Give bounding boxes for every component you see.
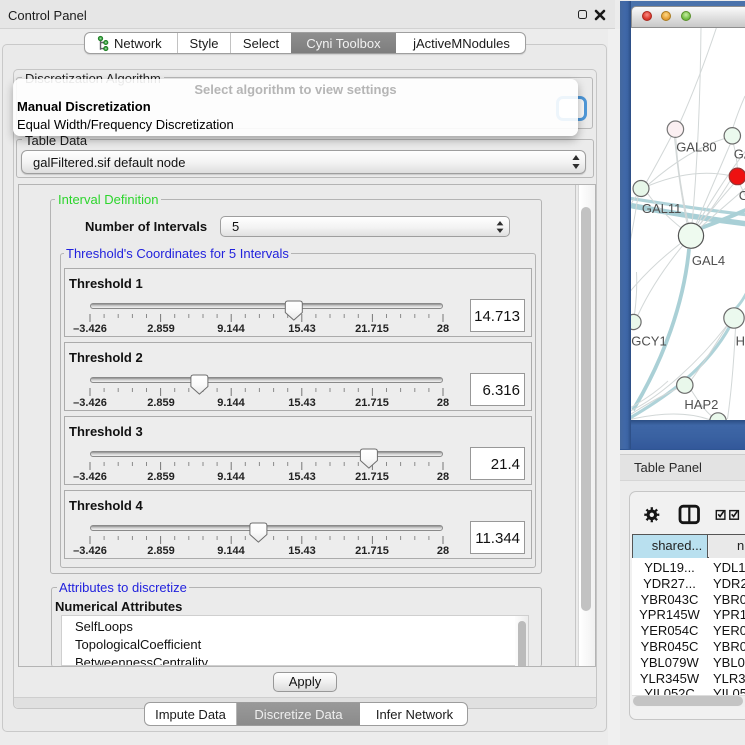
svg-text:GAL80: GAL80 [676,140,716,155]
svg-text:HAP2: HAP2 [684,397,718,412]
svg-text:GCY1: GCY1 [631,334,666,349]
svg-text:H: H [736,334,745,349]
svg-text:C: C [739,188,745,203]
svg-text:GAL4: GAL4 [692,253,725,268]
svg-text:GA: GA [734,147,745,162]
svg-text:GAL11: GAL11 [642,201,682,216]
